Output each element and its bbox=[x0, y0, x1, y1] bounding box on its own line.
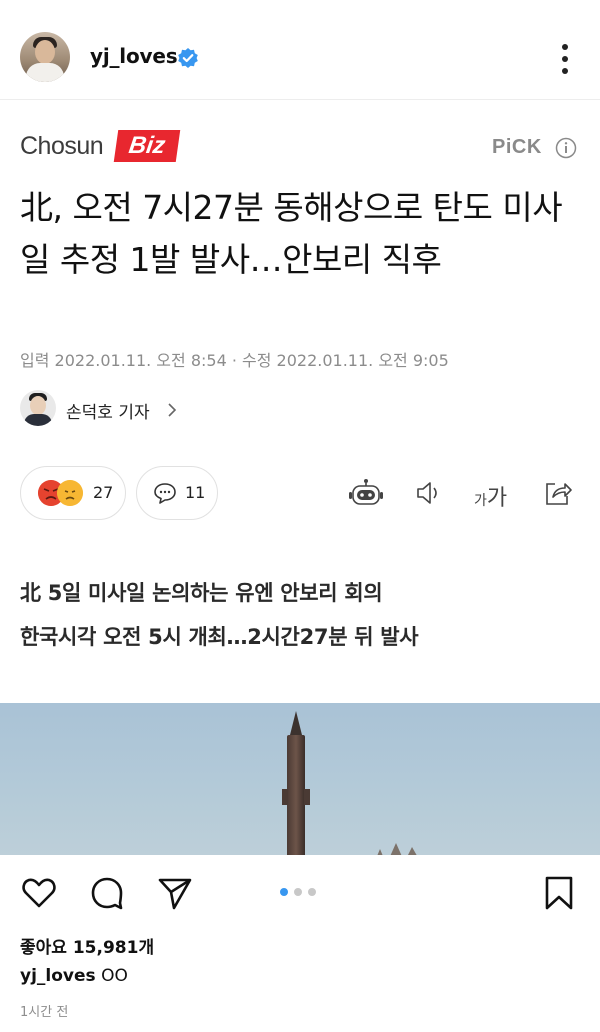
font-size-button[interactable]: 가가 bbox=[474, 480, 510, 511]
brand-name-part1: Chosun bbox=[20, 132, 104, 160]
bookmark-icon[interactable] bbox=[541, 875, 577, 911]
post-action-bar bbox=[0, 855, 600, 925]
username[interactable]: yj_loves bbox=[90, 44, 178, 68]
reaction-count: 27 bbox=[93, 483, 114, 502]
send-icon[interactable] bbox=[157, 875, 193, 911]
sad-emoji-icon bbox=[57, 480, 83, 506]
article-headline: 北, 오전 7시27분 동해상으로 탄도 미사일 추정 1발 발사…안보리 직후 bbox=[20, 188, 563, 279]
article-subhead-2: 한국시각 오전 5시 개최…2시간27분 뒤 발사 bbox=[20, 625, 419, 649]
summary-bot-icon[interactable] bbox=[348, 478, 384, 508]
missile-photo bbox=[0, 703, 600, 855]
info-icon[interactable] bbox=[555, 137, 577, 159]
caption-text: OO bbox=[101, 966, 128, 986]
post-time: 1시간 전 bbox=[20, 1005, 69, 1020]
reporter-avatar[interactable] bbox=[20, 390, 56, 426]
caption-username[interactable]: yj_loves bbox=[20, 966, 96, 986]
pick-label[interactable]: PiCK bbox=[492, 136, 542, 159]
more-vertical-icon[interactable] bbox=[555, 42, 575, 76]
chevron-right-icon[interactable] bbox=[167, 403, 177, 417]
comment-count-button[interactable]: 11 bbox=[136, 466, 218, 520]
carousel-dot-active bbox=[280, 888, 288, 896]
article-subhead-1: 北 5일 미사일 논의하는 유엔 안보리 회의 bbox=[20, 581, 383, 605]
reporter-name[interactable]: 손덕호 기자 bbox=[66, 398, 150, 423]
user-avatar[interactable] bbox=[20, 32, 70, 82]
post-header: yj_loves bbox=[0, 0, 600, 100]
article-dates: 입력 2022.01.11. 오전 8:54 · 수정 2022.01.11. … bbox=[20, 351, 449, 370]
reaction-button[interactable]: 27 bbox=[20, 466, 126, 520]
likes-count[interactable]: 좋아요 15,981개 bbox=[20, 933, 154, 958]
carousel-dot bbox=[294, 888, 302, 896]
brand-name-part2: Biz bbox=[113, 130, 181, 162]
speaker-icon[interactable] bbox=[414, 478, 444, 508]
heart-icon[interactable] bbox=[21, 875, 57, 911]
comment-bubble-icon bbox=[154, 483, 176, 504]
post-caption: yj_loves OO bbox=[20, 966, 128, 986]
carousel-dot bbox=[308, 888, 316, 896]
verified-badge-icon bbox=[178, 48, 198, 68]
comment-count: 11 bbox=[185, 483, 206, 502]
comment-icon[interactable] bbox=[89, 875, 125, 911]
share-icon[interactable] bbox=[543, 478, 573, 508]
